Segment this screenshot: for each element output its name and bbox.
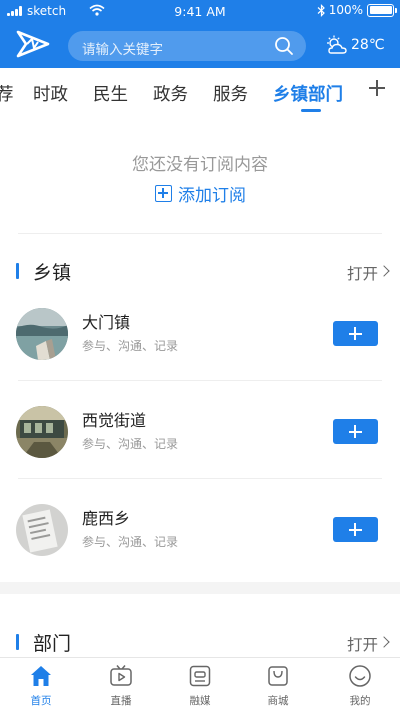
open-departments-link[interactable]: 打开 xyxy=(347,633,378,655)
nav-media[interactable]: 融媒 xyxy=(170,664,230,708)
app-logo-icon[interactable] xyxy=(13,26,53,62)
partly-cloudy-icon xyxy=(327,35,347,54)
home-icon xyxy=(31,666,51,686)
add-subscription-button[interactable]: 添加订阅 xyxy=(155,181,246,206)
chevron-right-icon[interactable] xyxy=(378,636,390,648)
tv-icon xyxy=(110,665,132,686)
add-subscription-label: 添加订阅 xyxy=(178,186,246,206)
list-item[interactable]: 鹿西乡 参与、沟通、记录 xyxy=(0,479,400,577)
list-item[interactable]: 西觉街道 参与、沟通、记录 xyxy=(0,381,400,479)
avatar xyxy=(16,308,68,360)
nav-home[interactable]: 首页 xyxy=(11,664,71,708)
nav-profile[interactable]: 我的 xyxy=(330,664,390,708)
tab-townships-departments[interactable]: 乡镇部门 xyxy=(273,81,343,106)
search-icon[interactable] xyxy=(274,36,294,56)
open-townships-link[interactable]: 打开 xyxy=(347,262,378,284)
subscribe-button[interactable] xyxy=(333,419,378,444)
township-name: 西觉街道 xyxy=(82,411,147,430)
nav-label: 直播 xyxy=(110,695,132,707)
nav-label: 融媒 xyxy=(189,695,211,707)
tab-livelihood[interactable]: 民生 xyxy=(93,81,128,106)
status-right: 100% xyxy=(317,3,397,17)
section-accent-bar xyxy=(16,263,19,279)
battery-percent: 100% xyxy=(328,3,363,17)
search-bar[interactable]: 请输入关键字 xyxy=(68,31,306,61)
bottom-navigation: 首页 直播 融媒 商城 我的 xyxy=(0,657,400,710)
active-tab-indicator xyxy=(301,109,321,112)
list-item[interactable]: 大门镇 参与、沟通、记录 xyxy=(0,283,400,381)
section-accent-bar xyxy=(16,634,19,650)
township-description: 参与、沟通、记录 xyxy=(82,339,179,353)
departments-section-header: 部门 打开 xyxy=(0,627,400,657)
add-square-icon xyxy=(155,185,172,202)
nav-label: 首页 xyxy=(30,695,52,707)
nav-mall[interactable]: 商城 xyxy=(248,664,308,708)
weather-widget[interactable]: 28℃ xyxy=(326,35,385,55)
bluetooth-icon xyxy=(317,3,325,17)
subscribe-button[interactable] xyxy=(333,321,378,346)
app-header: sketch 9:41 AM 100% 请输入关键字 28℃ xyxy=(0,0,400,68)
tab-services[interactable]: 服务 xyxy=(213,81,248,106)
section-separator xyxy=(0,582,400,594)
chevron-right-icon[interactable] xyxy=(378,265,390,277)
section-title: 部门 xyxy=(33,633,72,655)
status-bar: sketch 9:41 AM 100% xyxy=(0,0,400,22)
divider xyxy=(18,233,382,234)
media-icon xyxy=(189,665,211,687)
battery-icon xyxy=(367,3,397,17)
township-description: 参与、沟通、记录 xyxy=(82,535,179,549)
avatar xyxy=(16,504,68,556)
add-tab-icon[interactable] xyxy=(369,80,385,96)
township-description: 参与、沟通、记录 xyxy=(82,437,179,451)
smiley-icon xyxy=(349,665,371,687)
nav-live[interactable]: 直播 xyxy=(91,664,151,708)
empty-subscription-message: 您还没有订阅内容 xyxy=(132,155,268,175)
avatar xyxy=(16,406,68,458)
township-name: 大门镇 xyxy=(82,313,131,332)
shopping-bag-icon xyxy=(268,666,288,686)
townships-section-header: 乡镇 打开 xyxy=(0,256,400,286)
township-name: 鹿西乡 xyxy=(82,509,131,528)
nav-label: 商城 xyxy=(267,695,289,707)
tab-politics[interactable]: 时政 xyxy=(33,81,68,106)
tab-recommend[interactable]: 荐 xyxy=(0,81,14,106)
subscribe-button[interactable] xyxy=(333,517,378,542)
search-input[interactable]: 请输入关键字 xyxy=(82,38,163,58)
nav-label: 我的 xyxy=(349,695,371,707)
tab-government-affairs[interactable]: 政务 xyxy=(153,81,188,106)
category-tabs: 荐 时政 民生 政务 服务 乡镇部门 xyxy=(0,68,400,118)
section-title: 乡镇 xyxy=(33,262,72,284)
temperature-label: 28℃ xyxy=(351,37,385,53)
